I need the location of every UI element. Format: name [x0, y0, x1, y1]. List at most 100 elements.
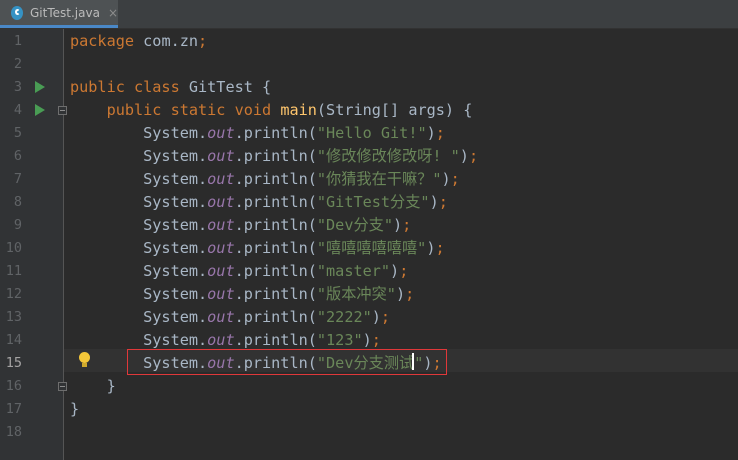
code-token: out — [207, 285, 235, 303]
lightbulb-icon[interactable] — [79, 352, 90, 369]
line-number: 2 — [13, 56, 22, 72]
code-token: ; — [468, 147, 479, 165]
code-line: System.out.println("master"); — [70, 260, 408, 283]
code-token: ) — [441, 170, 451, 188]
code-token: .println( — [234, 216, 317, 234]
line-number: 4 — [13, 102, 22, 118]
run-icon[interactable] — [35, 104, 45, 116]
code-token: "GitTest分支" — [316, 193, 430, 211]
line-number: 3 — [13, 79, 22, 95]
code-token: ; — [450, 170, 460, 188]
code-token: System. — [70, 331, 208, 349]
code-line: public static void main(String[] args) { — [70, 99, 473, 122]
code-token: ) — [426, 124, 436, 142]
close-icon[interactable]: × — [108, 6, 118, 20]
code-line: System.out.println("版本冲突"); — [70, 283, 414, 306]
code-token: ; — [380, 308, 391, 326]
line-number: 9 — [13, 217, 22, 233]
code-token: } — [70, 377, 116, 395]
code-token: System. — [70, 193, 208, 211]
code-token: com.zn — [134, 32, 199, 50]
code-token: .println( — [234, 239, 317, 257]
tab-label: GitTest.java — [30, 5, 100, 20]
code-token: System. — [70, 262, 208, 280]
line-number: 10 — [5, 240, 22, 256]
line-number: 7 — [13, 171, 22, 187]
text-caret — [412, 353, 414, 370]
code-token: "你猜我在干嘛？" — [316, 170, 442, 188]
code-token: out — [207, 193, 235, 211]
code-token: System. — [70, 308, 208, 326]
code-token: System. — [70, 147, 208, 165]
code-token: ; — [399, 262, 409, 280]
code-token: .println( — [234, 193, 317, 211]
code-token: } — [70, 400, 80, 418]
code-token: ) — [390, 262, 400, 280]
code-token: .println( — [234, 170, 317, 188]
code-line: System.out.println("GitTest分支"); — [70, 191, 448, 214]
line-number: 17 — [5, 401, 22, 417]
code-token: out — [207, 124, 235, 142]
code-token: GitTest { — [179, 78, 272, 96]
code-token: "版本冲突" — [316, 285, 396, 303]
code-line: } — [70, 375, 116, 398]
code-token: out — [207, 331, 235, 349]
code-token: "Dev分支" — [316, 216, 393, 234]
code-token: ) — [395, 285, 406, 303]
code-line: System.out.println("你猜我在干嘛？"); — [70, 168, 460, 191]
code-token: "2222" — [316, 308, 372, 326]
code-token: ) — [362, 331, 372, 349]
line-number: 14 — [5, 332, 22, 348]
line-number: 12 — [5, 286, 22, 302]
code-token: ; — [371, 331, 381, 349]
code-token: "master" — [316, 262, 391, 280]
code-token: ) — [429, 193, 439, 211]
code-token: package — [70, 32, 135, 50]
line-number: 1 — [13, 33, 22, 49]
code-token: "123" — [316, 331, 363, 349]
code-token: ) — [392, 216, 403, 234]
code-line: public class GitTest { — [70, 76, 271, 99]
code-token: "嘻嘻嘻嘻嘻嘻" — [316, 239, 427, 257]
run-icon[interactable] — [35, 81, 45, 93]
line-number: 6 — [13, 148, 22, 164]
line-number: 11 — [5, 263, 22, 279]
editor-tab-bar: GitTest.java × — [0, 0, 738, 29]
line-number: 15 — [5, 355, 22, 371]
line-number: 18 — [5, 424, 22, 440]
code-token: ) — [459, 147, 469, 165]
code-line: System.out.println("Hello Git!"); — [70, 122, 445, 145]
line-number: 16 — [5, 378, 22, 394]
java-class-icon — [11, 5, 23, 20]
code-line: package com.zn; — [70, 30, 207, 53]
code-token: ; — [405, 285, 415, 303]
code-token: System. — [70, 124, 208, 142]
code-line: System.out.println("2222"); — [70, 306, 390, 329]
code-token: ; — [438, 193, 448, 211]
code-editor[interactable]: package com.zn; public class GitTest { pu… — [64, 29, 738, 460]
code-token: (String[] args) { — [316, 101, 473, 119]
code-token: out — [207, 308, 235, 326]
code-line: System.out.println("嘻嘻嘻嘻嘻嘻"); — [70, 237, 445, 260]
code-token: .println( — [234, 262, 317, 280]
code-token: ) — [371, 308, 381, 326]
code-token: out — [207, 170, 235, 188]
code-token: out — [207, 239, 235, 257]
code-token: .println( — [234, 285, 317, 303]
code-token: out — [207, 262, 235, 280]
code-token: System. — [70, 216, 208, 234]
code-token: .println( — [234, 147, 317, 165]
code-token: .println( — [234, 331, 317, 349]
code-token: ; — [198, 32, 208, 50]
line-number: 13 — [5, 309, 22, 325]
code-token: main — [280, 101, 317, 119]
code-token: System. — [70, 170, 208, 188]
highlight-box — [127, 349, 447, 375]
tab-gittest-java[interactable]: GitTest.java × — [0, 0, 118, 28]
code-line: System.out.println("修改修改修改呀! "); — [70, 145, 478, 168]
code-token: System. — [70, 285, 208, 303]
line-number: 8 — [13, 194, 22, 210]
code-token: ; — [435, 239, 445, 257]
